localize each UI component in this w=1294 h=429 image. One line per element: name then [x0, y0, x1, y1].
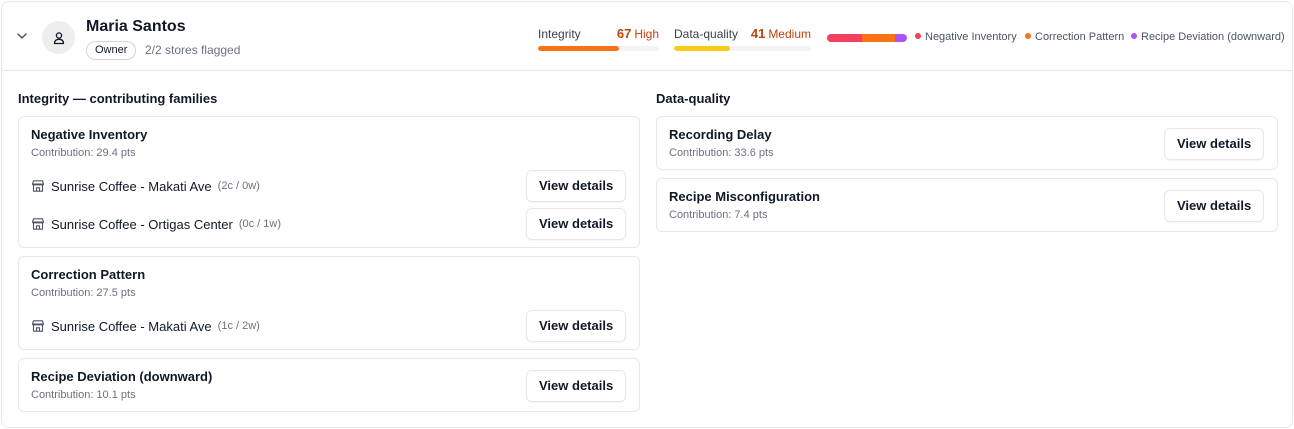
data-quality-score-bar — [674, 46, 811, 51]
store-counts: (2c / 0w) — [217, 180, 260, 192]
family-card-recipe-misconfiguration: Recipe Misconfiguration Contribution: 7.… — [656, 178, 1278, 232]
view-details-button[interactable]: View details — [1164, 190, 1265, 222]
legend-label: Recipe Deviation (downward) — [1141, 31, 1285, 43]
data-quality-score-number: 41 — [750, 26, 766, 41]
family-contribution: Contribution: 27.5 pts — [31, 287, 136, 299]
store-row: Sunrise Coffee - Makati Ave (2c / 0w) — [31, 176, 260, 196]
family-contribution: Contribution: 33.6 pts — [669, 147, 774, 159]
legend-label: Negative Inventory — [925, 31, 1017, 43]
data-quality-section-title: Data-quality — [656, 91, 731, 106]
contribution-stacked-bar — [827, 34, 907, 42]
user-name: Maria Santos — [86, 18, 186, 35]
view-details-button[interactable]: View details — [526, 170, 627, 202]
integrity-score-number: 67 — [616, 26, 632, 41]
integrity-score-value: 67 High — [617, 26, 659, 41]
integrity-score-fill — [538, 46, 620, 51]
store-name: Sunrise Coffee - Makati Ave — [51, 318, 212, 334]
store-counts: (0c / 1w) — [238, 218, 282, 230]
family-name: Recipe Deviation (downward) — [31, 369, 213, 384]
family-card-recipe-deviation: Recipe Deviation (downward) Contribution… — [18, 358, 640, 412]
legend-correction-pattern: Correction Pattern — [1025, 31, 1124, 43]
owner-card: Maria Santos Owner 2/2 stores flagged In… — [1, 1, 1293, 428]
family-contribution: Contribution: 10.1 pts — [31, 389, 136, 401]
integrity-section-title: Integrity — contributing families — [18, 91, 218, 106]
chevron-down-icon[interactable] — [15, 29, 29, 43]
store-icon — [31, 218, 45, 230]
store-row: Sunrise Coffee - Makati Ave (1c / 2w) — [31, 316, 260, 336]
store-icon — [31, 180, 45, 192]
store-row: Sunrise Coffee - Ortigas Center (0c / 1w… — [31, 214, 281, 234]
family-contribution: Contribution: 29.4 pts — [31, 147, 136, 159]
legend-label: Correction Pattern — [1035, 31, 1125, 43]
integrity-score: Integrity 67 High — [538, 26, 659, 53]
legend-dot — [1131, 33, 1137, 39]
data-quality-score: Data-quality 41 Medium — [674, 26, 811, 53]
view-details-button[interactable]: View details — [526, 310, 627, 342]
store-counts: (1c / 2w) — [217, 320, 260, 332]
stores-flagged-text: 2/2 stores flagged — [145, 43, 241, 57]
store-icon — [31, 320, 45, 332]
view-details-button[interactable]: View details — [526, 370, 627, 402]
data-quality-score-label: Data-quality — [674, 27, 739, 41]
legend-negative-inventory: Negative Inventory — [915, 31, 1017, 43]
store-name: Sunrise Coffee - Ortigas Center — [51, 216, 233, 232]
stack-segment — [894, 34, 907, 42]
user-icon — [53, 31, 64, 44]
data-quality-score-level: Medium — [768, 27, 811, 41]
stack-segment — [827, 34, 863, 42]
stack-segment — [862, 34, 895, 42]
family-card-recording-delay: Recording Delay Contribution: 33.6 pts V… — [656, 116, 1278, 170]
integrity-score-bar — [538, 46, 659, 51]
avatar — [42, 21, 75, 54]
legend-recipe-deviation: Recipe Deviation (downward) — [1131, 31, 1285, 43]
view-details-button[interactable]: View details — [526, 208, 627, 240]
store-name: Sunrise Coffee - Makati Ave — [51, 178, 212, 194]
family-name: Negative Inventory — [31, 127, 148, 142]
family-name: Correction Pattern — [31, 267, 146, 282]
family-name: Recipe Misconfiguration — [669, 189, 820, 204]
legend-dot — [1025, 33, 1031, 39]
family-card-negative-inventory: Negative Inventory Contribution: 29.4 pt… — [18, 116, 640, 248]
family-name: Recording Delay — [669, 127, 772, 142]
integrity-score-level: High — [634, 27, 659, 41]
data-quality-score-fill — [674, 46, 731, 51]
owner-card-header[interactable]: Maria Santos Owner 2/2 stores flagged In… — [2, 2, 1292, 71]
view-details-button[interactable]: View details — [1164, 128, 1265, 160]
data-quality-score-value: 41 Medium — [751, 26, 811, 41]
family-card-correction-pattern: Correction Pattern Contribution: 27.5 pt… — [18, 256, 640, 350]
integrity-score-label: Integrity — [538, 27, 581, 41]
family-contribution: Contribution: 7.4 pts — [669, 209, 768, 221]
legend-dot — [915, 33, 921, 39]
role-badge: Owner — [86, 41, 137, 60]
